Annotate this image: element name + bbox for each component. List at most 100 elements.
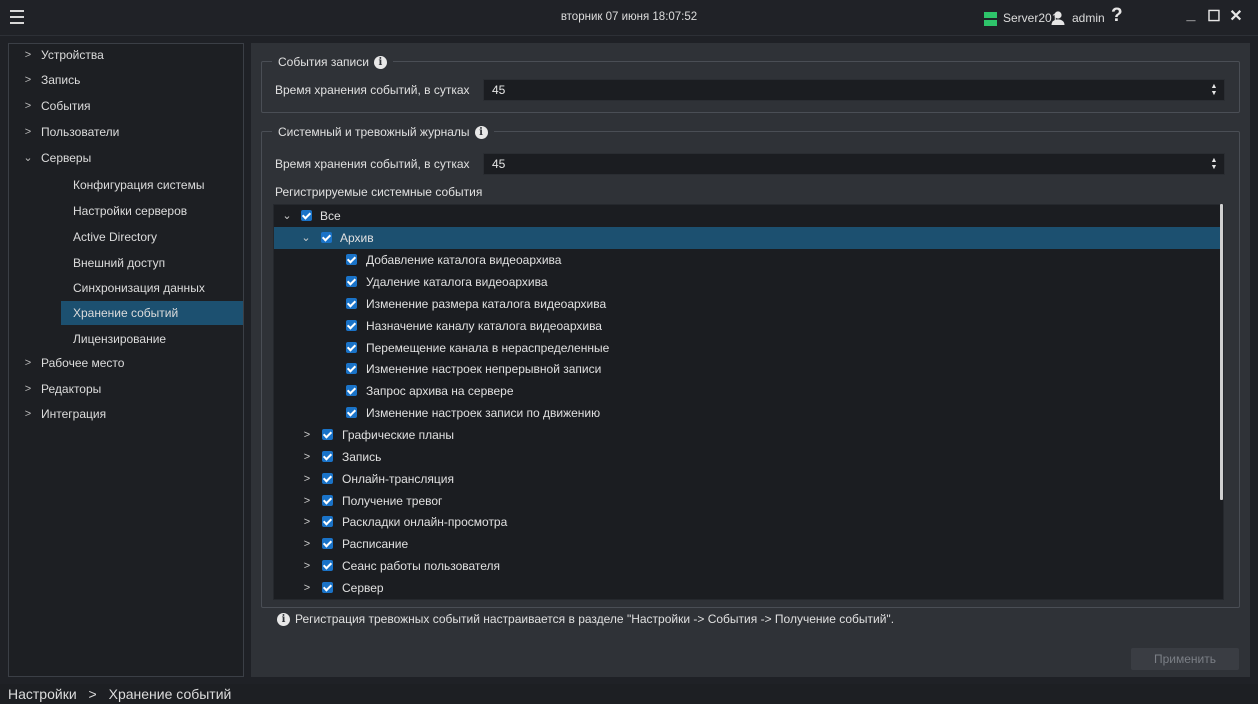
checkbox-checked-icon[interactable] — [301, 210, 312, 221]
checkbox-checked-icon[interactable] — [322, 473, 333, 484]
sidebar-item-system-configuration[interactable]: Конфигурация системы — [61, 173, 243, 197]
checkbox-checked-icon[interactable] — [322, 429, 333, 440]
sidebar-item-label: Интеграция — [41, 407, 107, 421]
checkbox-checked-icon[interactable] — [346, 254, 357, 265]
tree-row-event[interactable]: Изменение настроек непрерывной записи — [274, 358, 1220, 380]
minimize-button[interactable]: _ — [1182, 6, 1200, 24]
sidebar-item-external-access[interactable]: Внешний доступ — [61, 251, 243, 275]
tree-row-group[interactable]: > Получение тревог — [274, 490, 1220, 512]
sidebar-item-server-settings[interactable]: Настройки серверов — [61, 199, 243, 223]
checkbox-checked-icon[interactable] — [322, 495, 333, 506]
info-icon[interactable]: i — [474, 125, 488, 139]
tree-row-all[interactable]: ⌄ Все — [274, 205, 1220, 227]
sidebar-item-integration[interactable]: > Интеграция — [9, 403, 243, 425]
checkbox-checked-icon[interactable] — [322, 451, 333, 462]
tree-label: Запрос архива на сервере — [366, 384, 514, 398]
tree-row-event[interactable]: Добавление каталога видеоархива — [274, 249, 1220, 271]
tree-row-group[interactable]: > Онлайн-трансляция — [274, 468, 1220, 490]
sidebar-item-servers[interactable]: ⌄ Серверы — [9, 147, 243, 169]
registered-events-label: Регистрируемые системные события — [275, 185, 483, 199]
user-icon — [1051, 11, 1065, 25]
checkbox-checked-icon[interactable] — [346, 298, 357, 309]
close-button[interactable]: ✕ — [1227, 8, 1245, 26]
record-events-title: События записи i — [272, 53, 393, 71]
tree-row-group[interactable]: > Сеанс работы пользователя — [274, 555, 1220, 577]
chevron-right-icon[interactable]: > — [301, 490, 313, 512]
system-retention-label: Время хранения событий, в сутках — [275, 157, 470, 171]
tree-row-group[interactable]: > Запись — [274, 446, 1220, 468]
tree-scrollbar[interactable] — [1220, 204, 1223, 500]
chevron-right-icon[interactable]: > — [301, 533, 313, 555]
sidebar-item-label: Запись — [41, 73, 81, 87]
sidebar-item-events[interactable]: > События — [9, 95, 243, 117]
tree-row-event[interactable]: Изменение настроек записи по движению — [274, 402, 1220, 424]
checkbox-checked-icon[interactable] — [322, 538, 333, 549]
tree-label: Удаление каталога видеоархива — [366, 275, 548, 289]
apply-button[interactable]: Применить — [1131, 648, 1239, 670]
checkbox-checked-icon[interactable] — [322, 516, 333, 527]
tree-row-event[interactable]: Назначение каналу каталога видеоархива — [274, 315, 1220, 337]
checkbox-checked-icon[interactable] — [346, 363, 357, 374]
server-status-icon — [984, 12, 997, 26]
chevron-right-icon[interactable]: > — [301, 555, 313, 577]
sidebar-item-event-storage[interactable]: Хранение событий — [61, 301, 243, 325]
sidebar-item-editors[interactable]: > Редакторы — [9, 378, 243, 400]
chevron-down-icon[interactable]: ⌄ — [300, 227, 312, 249]
help-icon[interactable]: ? — [1111, 5, 1123, 27]
hamburger-menu-icon[interactable] — [10, 10, 24, 24]
sidebar-item-recording[interactable]: > Запись — [9, 69, 243, 91]
tree-row-group[interactable]: > Расписание — [274, 533, 1220, 555]
tree-label: Добавление каталога видеоархива — [366, 253, 562, 267]
checkbox-checked-icon[interactable] — [322, 560, 333, 571]
tree-label: Онлайн-трансляция — [342, 472, 455, 486]
tree-label: Получение тревог — [342, 494, 443, 508]
checkbox-checked-icon[interactable] — [346, 276, 357, 287]
tree-row-group[interactable]: > Раскладки онлайн-просмотра — [274, 511, 1220, 533]
checkbox-checked-icon[interactable] — [346, 320, 357, 331]
chevron-right-icon[interactable]: > — [301, 511, 313, 533]
chevron-right-icon[interactable]: > — [301, 468, 313, 490]
user-name[interactable]: admin — [1072, 11, 1105, 25]
system-retention-spinbox[interactable]: 45 ▲ ▼ — [483, 153, 1225, 175]
sidebar-item-label: Редакторы — [41, 382, 102, 396]
sidebar-item-licensing[interactable]: Лицензирование — [61, 327, 243, 351]
sidebar-item-label: Пользователи — [41, 125, 120, 139]
sidebar-item-workplace[interactable]: > Рабочее место — [9, 352, 243, 374]
spinbox-value: 45 — [492, 83, 506, 97]
sidebar-item-data-sync[interactable]: Синхронизация данных — [61, 276, 243, 300]
sidebar-item-active-directory[interactable]: Active Directory — [61, 225, 243, 249]
sidebar-item-users[interactable]: > Пользователи — [9, 121, 243, 143]
info-icon[interactable]: i — [373, 55, 387, 69]
tree-row-event[interactable]: Перемещение канала в нераспределенные — [274, 337, 1220, 359]
breadcrumb: Настройки > Хранение событий — [0, 684, 1258, 704]
record-retention-spinbox[interactable]: 45 ▲ ▼ — [483, 79, 1225, 101]
checkbox-checked-icon[interactable] — [346, 385, 357, 396]
maximize-button[interactable]: ☐ — [1205, 8, 1223, 26]
sidebar-item-devices[interactable]: > Устройства — [9, 44, 243, 66]
chevron-right-icon[interactable]: > — [301, 446, 313, 468]
checkbox-checked-icon[interactable] — [346, 407, 357, 418]
breadcrumb-root[interactable]: Настройки — [8, 686, 77, 702]
checkbox-checked-icon[interactable] — [322, 582, 333, 593]
spin-arrows-icon[interactable]: ▲ ▼ — [1210, 157, 1218, 171]
tree-row-event[interactable]: Запрос архива на сервере — [274, 380, 1220, 402]
spin-arrows-icon[interactable]: ▲ ▼ — [1210, 83, 1218, 97]
title-bar: вторник 07 июня 18:07:52 Server201 admin… — [0, 0, 1258, 36]
tree-label: Изменение настроек непрерывной записи — [366, 362, 602, 376]
chevron-right-icon[interactable]: > — [301, 577, 313, 599]
checkbox-checked-icon[interactable] — [321, 232, 332, 243]
tree-label: Раскладки онлайн-просмотра — [342, 515, 508, 529]
tree-row-archive[interactable]: ⌄ Архив — [274, 227, 1220, 249]
chevron-down-icon[interactable]: ⌄ — [281, 205, 293, 227]
tree-row-event[interactable]: Удаление каталога видеоархива — [274, 271, 1220, 293]
spinbox-value: 45 — [492, 157, 506, 171]
tree-row-event[interactable]: Изменение размера каталога видеоархива — [274, 293, 1220, 315]
chevron-right-icon: > — [24, 357, 32, 369]
settings-sidebar: > Устройства > Запись > События > Пользовате… — [8, 43, 244, 677]
checkbox-checked-icon[interactable] — [346, 342, 357, 353]
tree-row-group[interactable]: > Сервер — [274, 577, 1220, 599]
tree-label: Расписание — [342, 537, 409, 551]
chevron-right-icon[interactable]: > — [301, 424, 313, 446]
tree-row-group[interactable]: > Графические планы — [274, 424, 1220, 446]
tree-label: Все — [320, 209, 341, 223]
